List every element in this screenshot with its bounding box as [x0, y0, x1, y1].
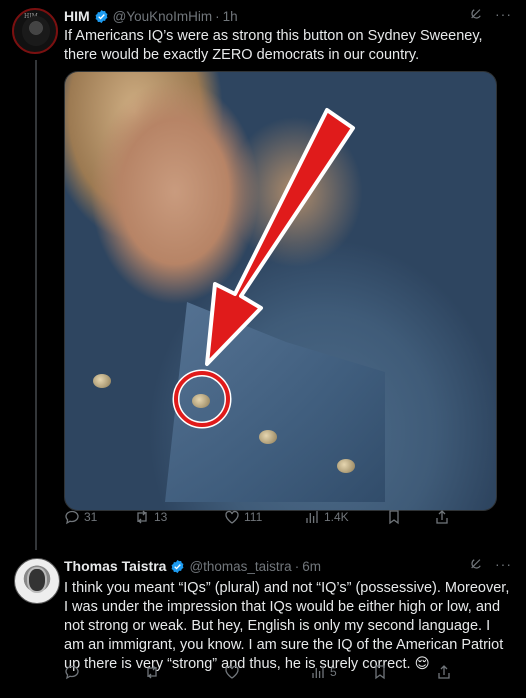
avatar[interactable]	[14, 558, 60, 604]
reply-icon	[65, 510, 79, 525]
share-icon	[436, 510, 448, 524]
avatar[interactable]: HIM	[12, 8, 58, 54]
author-name[interactable]: HIM	[64, 8, 90, 24]
bookmark-icon	[375, 665, 385, 680]
author-handle[interactable]: @YouKnoImHim	[113, 9, 213, 24]
reply-button[interactable]: 31	[64, 509, 97, 525]
author-name[interactable]: Thomas Taistra	[64, 558, 166, 574]
analytics-icon	[306, 511, 318, 523]
tweet-header: Thomas Taistra @thomas_taistra · 6m	[64, 555, 321, 577]
verified-badge-icon	[95, 9, 108, 23]
reply-button[interactable]	[64, 664, 84, 680]
retweet-count: 13	[154, 510, 168, 524]
share-button[interactable]	[434, 509, 450, 525]
verified-badge-icon	[172, 559, 184, 573]
grok-icon[interactable]	[469, 557, 483, 571]
heart-icon	[225, 510, 239, 524]
bookmark-icon	[389, 510, 399, 525]
like-button[interactable]: 111	[224, 509, 262, 525]
timestamp[interactable]: 1h	[223, 9, 238, 24]
views-button[interactable]: 1.4K	[304, 509, 349, 525]
tweet-original[interactable]: HIM HIM @YouKnoImHim · 1h ··· If America…	[0, 0, 526, 540]
tweet-header: HIM @YouKnoImHim · 1h	[64, 5, 238, 27]
grok-icon[interactable]	[469, 7, 483, 21]
more-options-icon[interactable]: ···	[495, 7, 512, 21]
separator-dot: ·	[215, 8, 220, 24]
tweet-reply[interactable]: Thomas Taistra @thomas_taistra · 6m ··· …	[0, 548, 526, 698]
tweet-text: If Americans IQ’s were as strong this bu…	[64, 28, 483, 63]
red-arrow-annotation-icon	[172, 108, 355, 429]
tweet-text: I think you meant “IQs” (plural) and not…	[64, 580, 510, 672]
bookmark-button[interactable]	[386, 509, 402, 525]
retweet-icon	[147, 665, 157, 679]
retweet-icon	[137, 510, 147, 524]
view-count: 1.4K	[324, 510, 349, 524]
share-icon	[438, 665, 450, 679]
author-handle[interactable]: @thomas_taistra	[189, 559, 291, 574]
reply-count: 31	[84, 510, 98, 524]
more-options-icon[interactable]: ···	[495, 557, 512, 571]
retweet-button[interactable]: 13	[134, 509, 167, 525]
bookmark-button[interactable]	[372, 664, 388, 680]
tweet-top-icons: ···	[469, 7, 512, 21]
view-count: 5	[330, 665, 337, 679]
share-button[interactable]	[436, 664, 452, 680]
like-button[interactable]	[224, 664, 244, 680]
reply-icon	[65, 665, 79, 680]
views-button[interactable]: 5	[310, 664, 337, 680]
separator-dot: ·	[294, 558, 300, 574]
tweet-top-icons: ···	[469, 557, 512, 571]
timestamp[interactable]: 6m	[302, 559, 321, 574]
heart-icon	[225, 665, 239, 679]
analytics-icon	[312, 666, 324, 678]
like-count: 111	[244, 510, 263, 524]
retweet-button[interactable]	[144, 664, 164, 680]
tweet-photo[interactable]	[64, 71, 497, 511]
